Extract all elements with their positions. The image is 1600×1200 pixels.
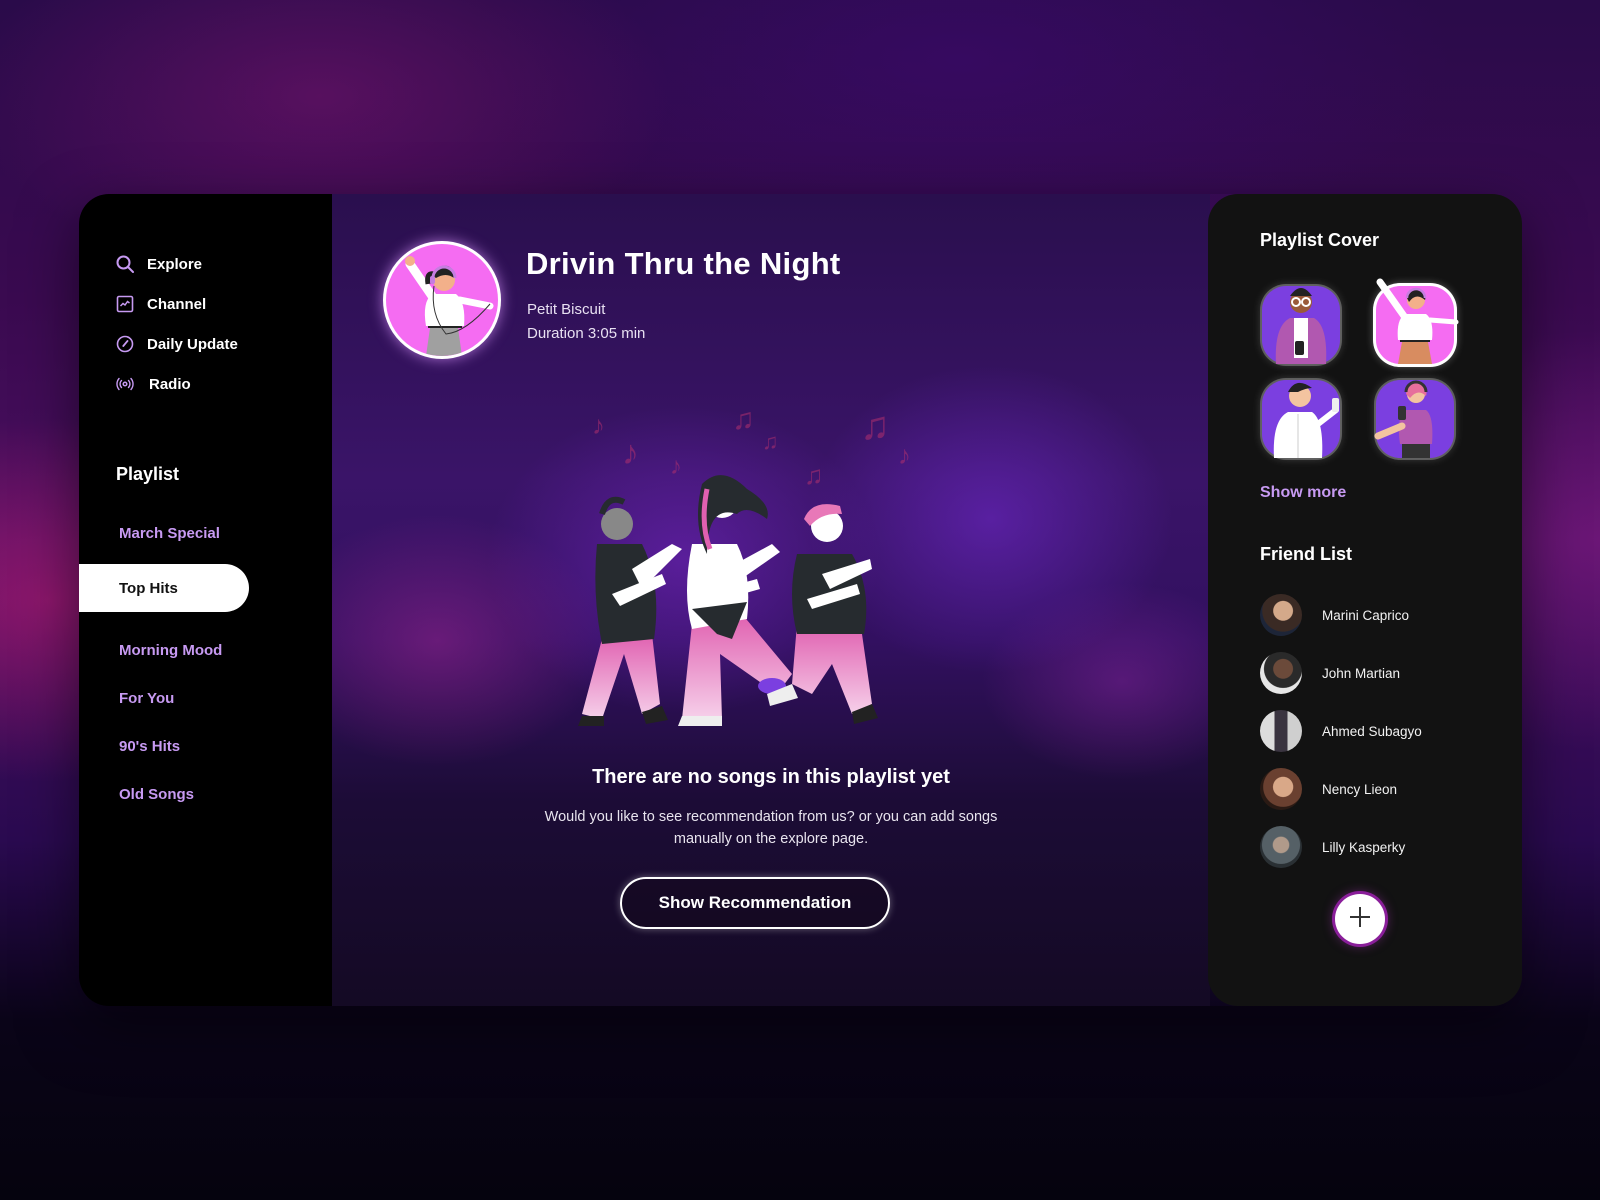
friend-item[interactable]: Ahmed Subagyo [1260, 702, 1422, 760]
song-duration: Duration 3:05 min [527, 325, 646, 342]
search-icon [115, 254, 135, 274]
main-nav: Explore Channel Daily Update Radio [115, 244, 238, 404]
svg-text:♪: ♪ [898, 440, 911, 470]
activity-chart-icon [115, 294, 135, 314]
friend-item[interactable]: Marini Caprico [1260, 586, 1422, 644]
show-recommendation-button[interactable]: Show Recommendation [620, 877, 890, 929]
avatar [1260, 768, 1302, 810]
song-cover-image [383, 241, 501, 359]
avatar [1260, 594, 1302, 636]
nav-label: Explore [147, 255, 203, 273]
friend-name: Ahmed Subagyo [1322, 723, 1422, 739]
cover-option-woman-waving[interactable] [1376, 278, 1459, 364]
main-content: Drivin Thru the Night Petit Biscuit Dura… [332, 194, 1210, 1006]
nav-label: Channel [147, 295, 207, 313]
playlist-item-for-you[interactable]: For You [79, 674, 332, 722]
avatar [1260, 826, 1302, 868]
nav-item-radio[interactable]: Radio [115, 364, 238, 404]
playlist-item-top-hits[interactable]: Top Hits [79, 564, 249, 612]
right-panel: Playlist Cover Show more Friend List Mar… [1208, 194, 1522, 1006]
friend-list-heading: Friend List [1260, 544, 1353, 564]
friend-list: Marini Caprico John Martian Ahmed Subagy… [1260, 586, 1422, 876]
avatar [1260, 710, 1302, 752]
svg-text:♪: ♪ [670, 453, 682, 480]
friend-name: Nency Lieon [1322, 781, 1398, 797]
sidebar: Explore Channel Daily Update Radio Playl… [79, 194, 332, 1006]
friend-name: Lilly Kasperky [1322, 839, 1406, 855]
add-friend-button[interactable] [1335, 894, 1385, 944]
empty-state-description: Would you like to see recommendation fro… [544, 809, 998, 847]
friend-item[interactable]: Nency Lieon [1260, 760, 1422, 818]
song-artist: Petit Biscuit [527, 301, 606, 318]
cover-option-woman-pink-hair[interactable] [1374, 380, 1454, 458]
cover-option-man-with-phone[interactable] [1262, 380, 1340, 458]
friend-item[interactable]: Lilly Kasperky [1260, 818, 1422, 876]
svg-text:♪: ♪ [622, 434, 639, 472]
show-more-link[interactable]: Show more [1260, 484, 1346, 502]
nav-item-channel[interactable]: Channel [115, 284, 238, 324]
cover-option-man-with-glasses[interactable] [1262, 286, 1340, 364]
dancers-illustration: ♪ ♪ ♪ ♫ ♫ ♫ ♫ ♪ [542, 394, 942, 734]
nav-label: Daily Update [147, 335, 238, 353]
playlist-item-90s-hits[interactable]: 90's Hits [79, 722, 332, 770]
svg-text:♫: ♫ [804, 460, 824, 490]
friend-item[interactable]: John Martian [1260, 644, 1422, 702]
broadcast-icon [115, 374, 135, 394]
nav-item-explore[interactable]: Explore [115, 244, 238, 284]
playlist-cover-heading: Playlist Cover [1260, 230, 1380, 250]
friend-name: John Martian [1322, 665, 1401, 681]
playlist-item-march-special[interactable]: March Special [79, 509, 332, 557]
svg-text:♫: ♫ [732, 403, 755, 436]
music-notes: ♪ ♪ ♪ ♫ ♫ ♫ ♫ ♪ [592, 403, 911, 490]
playlist-item-morning-mood[interactable]: Morning Mood [79, 626, 332, 674]
playlist-heading: Playlist [116, 464, 180, 484]
song-title: Drivin Thru the Night [526, 246, 841, 281]
nav-item-daily-update[interactable]: Daily Update [115, 324, 238, 364]
gauge-icon [115, 334, 135, 354]
svg-text:♪: ♪ [592, 410, 605, 440]
empty-state-title: There are no songs in this playlist yet [592, 766, 950, 788]
playlist-list: March Special Top Hits Morning Mood For … [79, 509, 332, 818]
friend-name: Marini Caprico [1322, 607, 1410, 623]
svg-text:♫: ♫ [860, 404, 890, 448]
svg-text:♫: ♫ [762, 429, 779, 454]
nav-label: Radio [149, 375, 191, 393]
avatar [1260, 652, 1302, 694]
plus-icon [1348, 905, 1372, 934]
playlist-item-old-songs[interactable]: Old Songs [79, 770, 332, 818]
app-window: Explore Channel Daily Update Radio Playl… [79, 194, 1522, 1006]
